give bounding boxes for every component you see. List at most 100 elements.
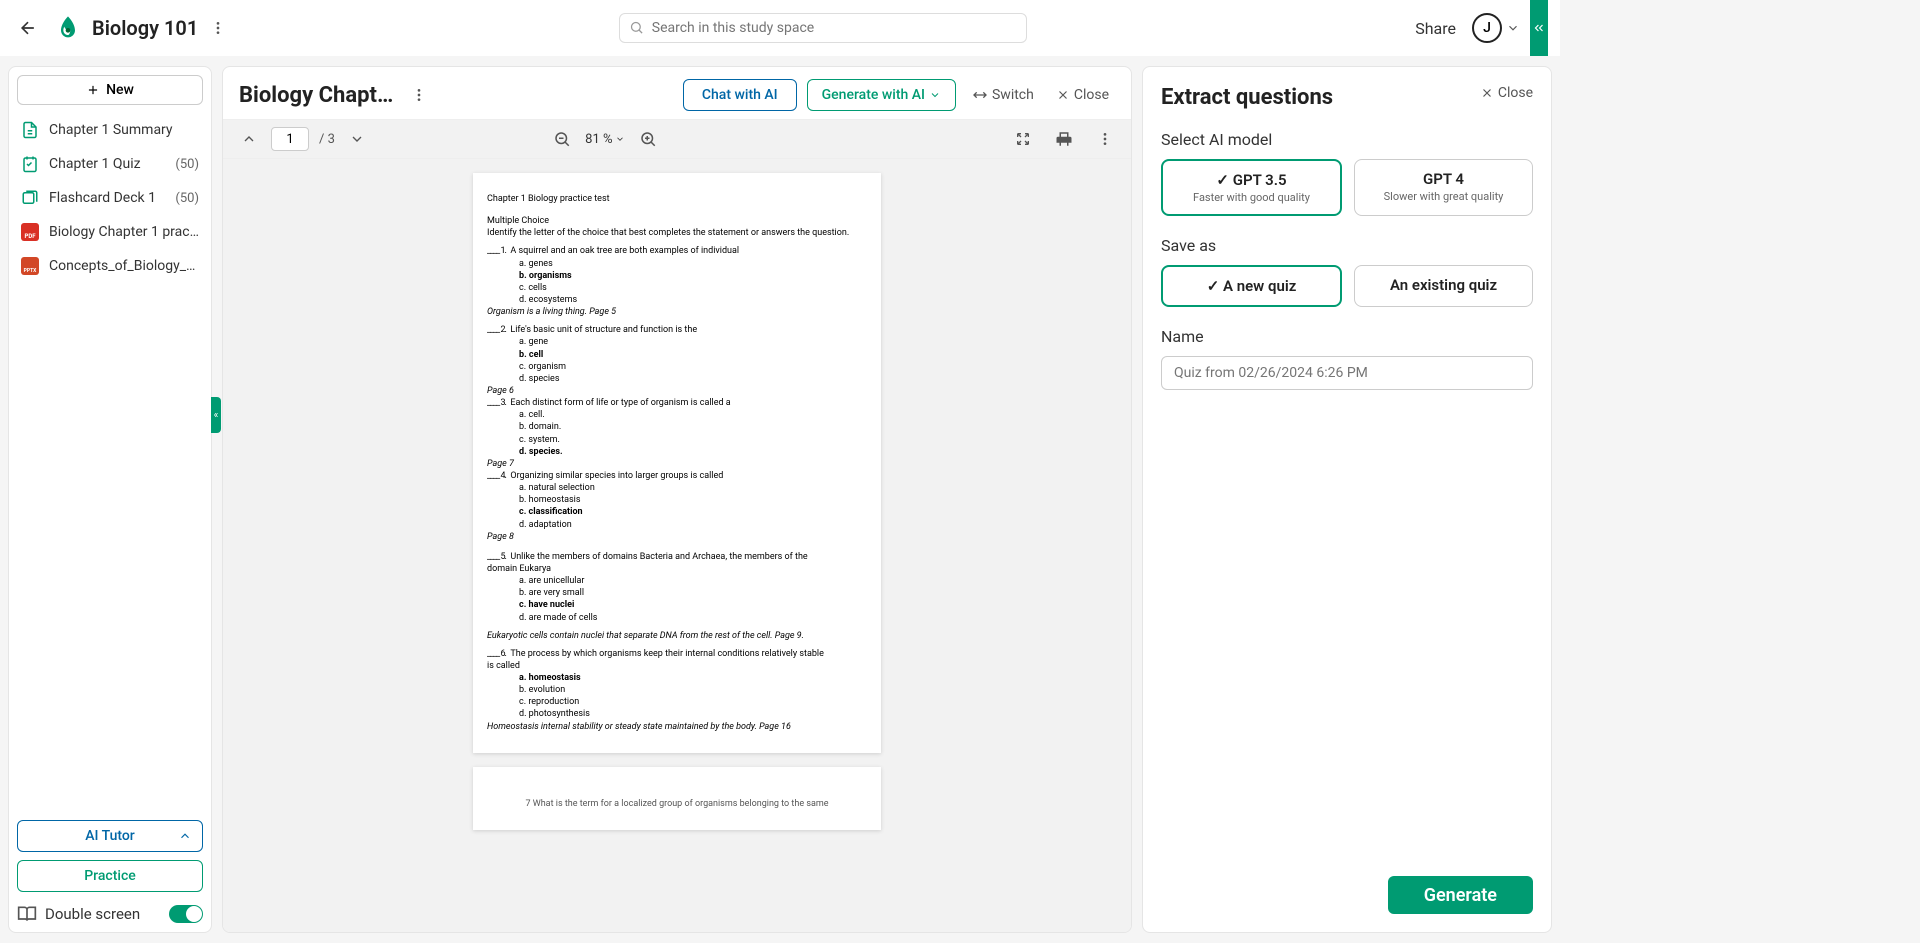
document-title: Biology Chapter...: [239, 83, 399, 108]
generate-with-ai-button[interactable]: Generate with AI: [807, 79, 956, 111]
sidebar-item-label: Chapter 1 Summary: [49, 122, 199, 138]
q-opt: c. cells: [487, 282, 867, 294]
q-text: domain Eukarya: [487, 563, 867, 575]
sidebar-item-quiz[interactable]: Chapter 1 Quiz (50): [9, 147, 211, 181]
q-num: ____ 2.: [487, 325, 506, 335]
doc-section: Multiple Choice: [487, 215, 867, 227]
close-label: Close: [1498, 85, 1533, 101]
quiz-name-input[interactable]: [1161, 356, 1533, 390]
avatar-initial: J: [1483, 20, 1491, 36]
chevron-down-icon: [929, 89, 941, 101]
q-num: ____ 3.: [487, 398, 506, 408]
search-input[interactable]: [619, 13, 1027, 43]
switch-button[interactable]: Switch: [966, 83, 1040, 107]
double-screen-label: Double screen: [45, 905, 140, 923]
zoom-in-button[interactable]: [635, 126, 661, 152]
sidebar-item-label: Concepts_of_Biology_Chap...: [49, 258, 199, 274]
sidebar-item-label: Biology Chapter 1 practice t...: [49, 224, 199, 240]
sidebar-item-pdf[interactable]: PDF Biology Chapter 1 practice t...: [9, 215, 211, 249]
q-opt: c. organism: [487, 361, 867, 373]
q-opt: a. gene: [487, 336, 867, 348]
back-button[interactable]: [12, 12, 44, 44]
model-option-gpt35[interactable]: ✓ GPT 3.5 Faster with good quality: [1161, 159, 1342, 216]
save-option-new-quiz[interactable]: ✓ A new quiz: [1161, 265, 1342, 307]
collapse-right-button[interactable]: [1530, 0, 1548, 56]
q-opt: d. species.: [487, 446, 867, 458]
avatar-chevron-icon[interactable]: [1506, 21, 1520, 35]
chat-with-ai-button[interactable]: Chat with AI: [683, 79, 797, 111]
close-document-button[interactable]: Close: [1050, 83, 1115, 107]
q-opt: d. are made of cells: [487, 612, 867, 624]
q-note: Page 7: [487, 458, 867, 470]
document-menu-button[interactable]: [409, 85, 429, 105]
save-opt-main: An existing quiz: [1363, 276, 1524, 294]
toolbar-menu-button[interactable]: [1093, 127, 1117, 151]
search-icon: [629, 20, 644, 35]
practice-button[interactable]: Practice: [17, 860, 203, 892]
q-opt: b. domain.: [487, 421, 867, 433]
panel-close-button[interactable]: Close: [1480, 85, 1533, 101]
q-text: Unlike the members of domains Bacteria a…: [510, 552, 807, 562]
pdf-toolbar: / 3 81 %: [223, 119, 1131, 159]
sidebar-item-pptx[interactable]: PPTX Concepts_of_Biology_Chap...: [9, 249, 211, 283]
q-num: ____ 4.: [487, 471, 506, 481]
doc-icon: [21, 121, 39, 139]
save-option-existing-quiz[interactable]: An existing quiz: [1354, 265, 1533, 307]
fullscreen-button[interactable]: [1011, 127, 1035, 151]
zoom-out-button[interactable]: [549, 126, 575, 152]
sidebar-item-label: Chapter 1 Quiz: [49, 156, 165, 172]
q-num: ____ 6.: [487, 649, 506, 659]
q-opt: d. species: [487, 373, 867, 385]
app-logo: [54, 14, 82, 42]
swap-icon: [972, 87, 988, 103]
q-note: Eukaryotic cells contain nuclei that sep…: [487, 630, 867, 642]
generate-button[interactable]: Generate: [1388, 876, 1533, 914]
q-text: Life's basic unit of structure and funct…: [510, 325, 697, 335]
quiz-icon: [21, 155, 39, 173]
q-text: The process by which organisms keep thei…: [510, 649, 823, 659]
book-icon: [17, 904, 37, 924]
sidebar-item-summary[interactable]: Chapter 1 Summary: [9, 113, 211, 147]
document-page-2: 7 What is the term for a localized group…: [473, 767, 881, 830]
zoom-level-value: 81 %: [585, 132, 612, 147]
sidebar-item-label: Flashcard Deck 1: [49, 190, 165, 206]
new-button[interactable]: New: [17, 75, 203, 105]
sidebar-item-flashcards[interactable]: Flashcard Deck 1 (50): [9, 181, 211, 215]
select-model-label: Select AI model: [1161, 130, 1533, 149]
q-opt: c. have nuclei: [487, 599, 867, 611]
chevron-down-icon: [615, 134, 625, 144]
generate-ai-label: Generate with AI: [822, 87, 925, 103]
flashcard-icon: [21, 189, 39, 207]
title-menu-button[interactable]: [206, 16, 230, 40]
user-avatar[interactable]: J: [1472, 13, 1502, 43]
document-viewport[interactable]: Chapter 1 Biology practice test Multiple…: [223, 159, 1131, 932]
save-opt-main: ✓ A new quiz: [1171, 277, 1332, 295]
page-down-button[interactable]: [345, 127, 369, 151]
q-opt: a. genes: [487, 258, 867, 270]
ai-tutor-button[interactable]: AI Tutor: [17, 820, 203, 852]
new-button-label: New: [106, 82, 134, 98]
sidebar: New Chapter 1 Summary Chapter 1 Quiz (50…: [8, 66, 212, 933]
share-button[interactable]: Share: [1415, 19, 1456, 38]
model-main: GPT 4: [1363, 170, 1524, 188]
sidebar-expand-tab[interactable]: «: [211, 397, 221, 433]
q-opt: a. natural selection: [487, 482, 867, 494]
q-opt: a. homeostasis: [487, 672, 867, 684]
double-screen-toggle[interactable]: [169, 905, 203, 923]
sidebar-item-count: (50): [175, 157, 199, 172]
page-up-button[interactable]: [237, 127, 261, 151]
print-button[interactable]: [1051, 126, 1077, 152]
zoom-level-dropdown[interactable]: 81 %: [585, 132, 624, 147]
close-icon: [1480, 86, 1494, 100]
model-main: ✓ GPT 3.5: [1171, 171, 1332, 189]
q-note: Organism is a living thing. Page 5: [487, 306, 867, 318]
q-opt: b. cell: [487, 349, 867, 361]
q-opt: c. classification: [487, 506, 867, 518]
q-opt: a. are unicellular: [487, 575, 867, 587]
space-title: Biology 101: [92, 16, 198, 40]
page-total: / 3: [319, 132, 335, 147]
q-note: Page 8: [487, 531, 867, 543]
page-input[interactable]: [271, 127, 309, 151]
q-opt: c. reproduction: [487, 696, 867, 708]
model-option-gpt4[interactable]: GPT 4 Slower with great quality: [1354, 159, 1533, 216]
